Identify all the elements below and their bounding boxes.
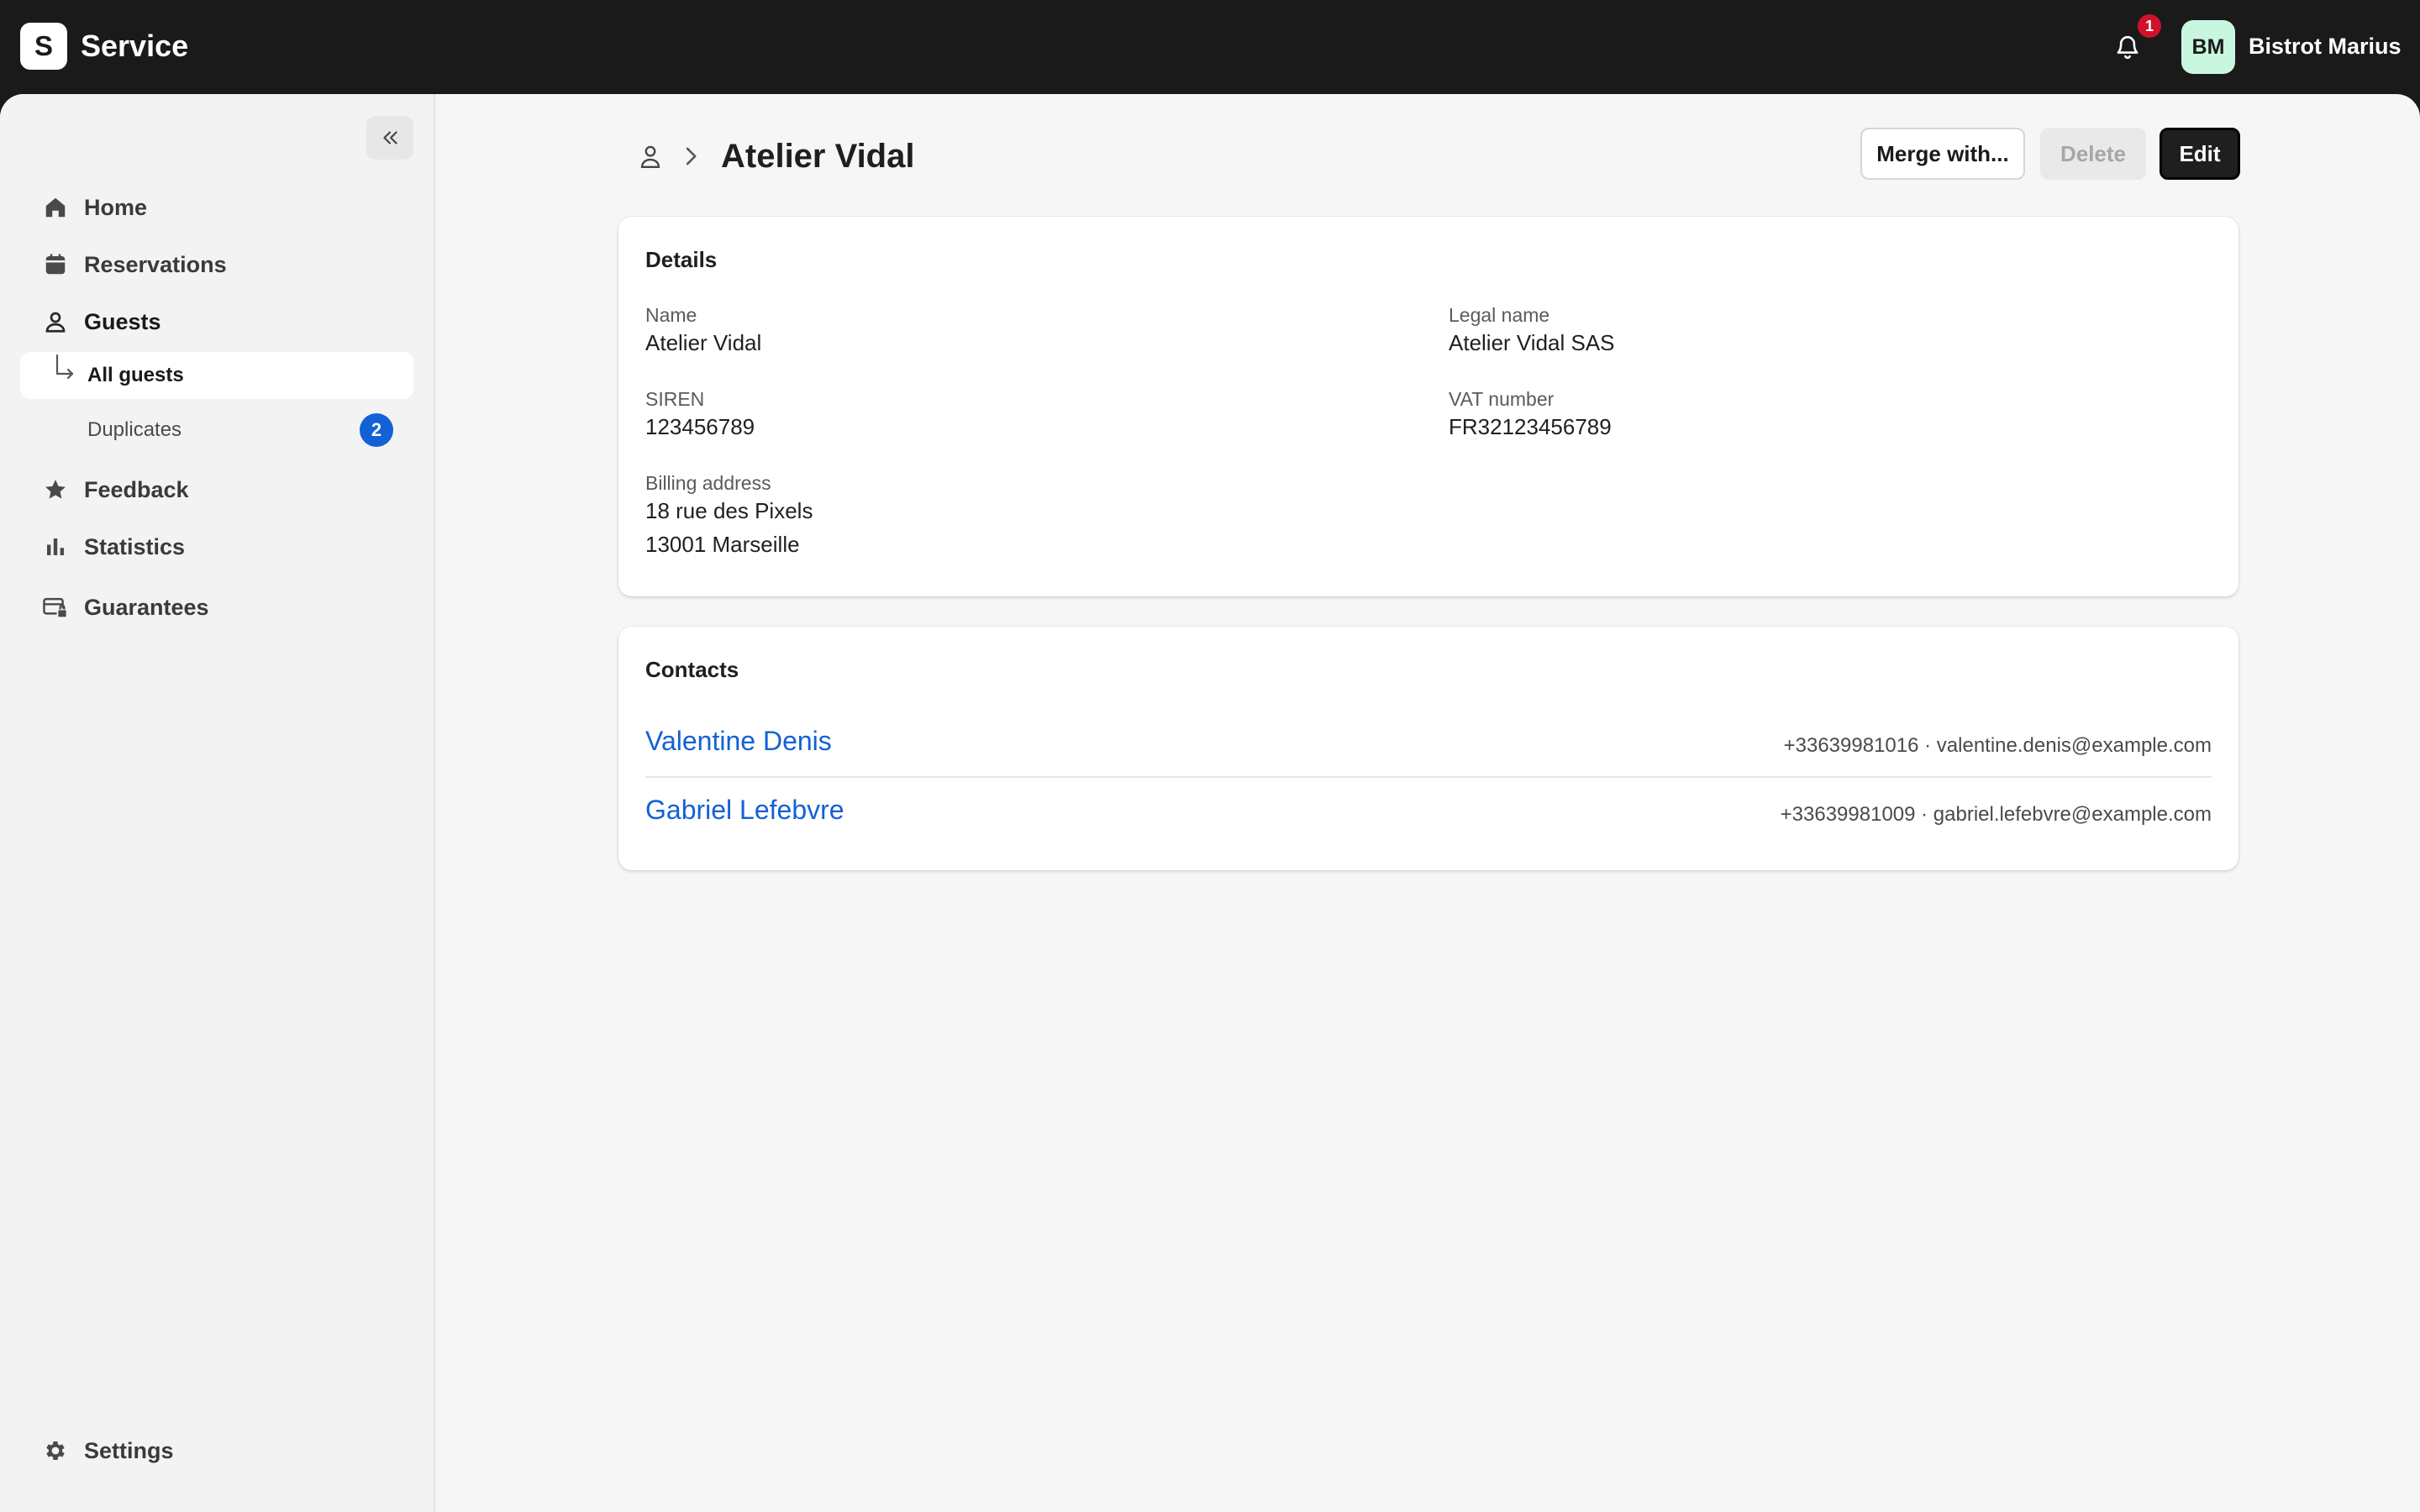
breadcrumb-separator [679,141,702,171]
chevron-right-icon [686,147,697,165]
edit-button[interactable]: Edit [2160,128,2240,180]
contact-name-link[interactable]: Valentine Denis [645,726,832,757]
card-lock-icon [37,589,74,626]
sidebar-subitem-duplicates[interactable]: Duplicates 2 [20,407,413,454]
contact-name-link[interactable]: Gabriel Lefebvre [645,795,844,826]
page-title: Atelier Vidal [721,138,915,175]
sidebar-item-label: Guarantees [84,594,209,620]
bell-icon [2117,36,2139,60]
sidebar-subitem-all-guests[interactable]: All guests [20,352,413,399]
user-icon [37,303,74,340]
notifications-button[interactable] [2111,30,2144,64]
merge-with-button[interactable]: Merge with... [1860,128,2025,180]
siren-value: 123456789 [645,414,755,439]
user-name[interactable]: Bistrot Marius [2249,32,2402,60]
contacts-card: Contacts Valentine Denis +33639981016 · … [618,627,2238,870]
notification-badge: 1 [2138,14,2161,38]
contact-row: Valentine Denis +33639981016 · valentine… [645,709,2212,778]
details-card: Details Name Atelier Vidal Legal name At… [618,217,2238,596]
vat-number-label: VAT number [1449,388,1555,410]
home-icon [37,189,74,226]
name-value: Atelier Vidal [645,330,762,355]
sidebar-item-label: Statistics [84,533,186,559]
delete-button[interactable]: Delete [2040,128,2146,180]
branch-icon [55,354,74,380]
sidebar-item-label: Settings [84,1437,174,1463]
sidebar-item-reservations[interactable]: Reservations [20,241,413,288]
sidebar-item-label: Guests [84,308,161,334]
billing-address-line2: 13001 Marseille [645,532,800,557]
contacts-title: Contacts [645,657,739,682]
name-label: Name [645,304,697,326]
sidebar-item-home[interactable]: Home [20,184,413,231]
legal-name-label: Legal name [1449,304,1550,326]
breadcrumb-guests-link[interactable] [635,139,666,173]
siren-label: SIREN [645,388,705,410]
app-logo[interactable]: S [20,23,67,70]
top-bar: S Service 1 BM Bistrot Marius [0,0,2420,94]
star-icon [37,471,74,508]
sidebar-item-settings[interactable]: Settings [20,1427,413,1474]
sidebar-item-feedback[interactable]: Feedback [20,466,413,513]
sidebar-item-label: Reservations [84,251,227,277]
contact-row: Gabriel Lefebvre +33639981009 · gabriel.… [645,778,2212,847]
avatar[interactable]: BM [2181,20,2235,74]
sidebar-item-statistics[interactable]: Statistics [20,523,413,570]
sidebar-item-label: Feedback [84,476,189,502]
legal-name-value: Atelier Vidal SAS [1449,330,1615,355]
app-frame: Home Reservations Guests All guests Dupl… [0,94,2420,1512]
user-icon [640,145,660,168]
vat-number-value: FR32123456789 [1449,414,1612,439]
details-title: Details [645,247,718,272]
duplicates-count-badge: 2 [360,413,393,447]
billing-address-line1: 18 rue des Pixels [645,498,813,523]
bar-chart-icon [37,528,74,565]
contact-details: +33639981016 · valentine.denis@example.c… [1783,734,2212,757]
sidebar-item-guarantees[interactable]: Guarantees [20,584,413,631]
sidebar-item-guests[interactable]: Guests [20,298,413,345]
collapse-sidebar-button[interactable] [366,116,413,160]
sidebar-subitem-label: All guests [87,364,184,386]
contact-details: +33639981009 · gabriel.lefebvre@example.… [1780,803,2212,826]
sidebar-item-label: Home [84,194,148,220]
double-chevron-left-icon [383,131,397,144]
app-title[interactable]: Service [81,28,188,65]
sidebar-subitem-label: Duplicates [87,418,182,441]
billing-address-label: Billing address [645,472,771,494]
calendar-icon [37,246,74,283]
sidebar: Home Reservations Guests All guests Dupl… [0,94,435,1512]
gear-icon [37,1432,74,1469]
